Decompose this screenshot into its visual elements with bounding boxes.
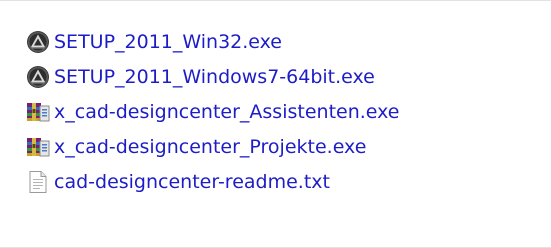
file-name: cad-designcenter-readme.txt — [54, 171, 330, 193]
winrar-sfx-icon — [26, 100, 50, 124]
file-item-projekte[interactable]: x_cad-designcenter_Projekte.exe — [26, 132, 536, 162]
setup-exe-icon — [26, 30, 50, 54]
file-name: SETUP_2011_Windows7-64bit.exe — [54, 66, 375, 88]
file-item-setup-win32[interactable]: SETUP_2011_Win32.exe — [26, 27, 536, 57]
file-name: SETUP_2011_Win32.exe — [54, 31, 282, 53]
file-list-panel: SETUP_2011_Win32.exe SETUP_2011_Windows7… — [0, 0, 551, 248]
file-name: x_cad-designcenter_Projekte.exe — [54, 136, 367, 158]
file-item-setup-win7-64bit[interactable]: SETUP_2011_Windows7-64bit.exe — [26, 62, 536, 92]
setup-exe-icon — [26, 65, 50, 89]
text-document-icon — [26, 170, 50, 194]
file-item-readme[interactable]: cad-designcenter-readme.txt — [26, 167, 536, 197]
winrar-sfx-icon — [26, 135, 50, 159]
file-item-assistenten[interactable]: x_cad-designcenter_Assistenten.exe — [26, 97, 536, 127]
file-list: SETUP_2011_Win32.exe SETUP_2011_Windows7… — [26, 27, 536, 202]
file-name: x_cad-designcenter_Assistenten.exe — [54, 101, 400, 123]
